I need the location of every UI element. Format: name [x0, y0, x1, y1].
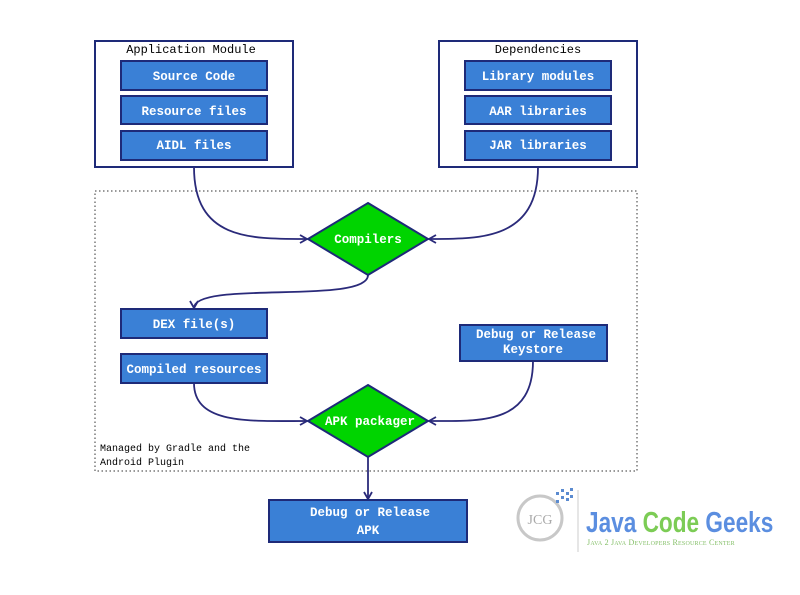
- arrow-deps-to-compilers: [427, 166, 539, 244]
- svg-text:APK packager: APK packager: [325, 415, 415, 429]
- svg-text:AAR libraries: AAR libraries: [489, 105, 587, 119]
- arrow-compilers-to-dex: [189, 274, 369, 310]
- apk-packager-diamond: APK packager: [306, 383, 430, 459]
- compilers-diamond: Compilers: [306, 201, 430, 277]
- arrow-resources-to-packager: [193, 382, 309, 426]
- jar-libraries-box: JAR libraries: [464, 130, 612, 161]
- svg-text:JCG: JCG: [528, 513, 553, 528]
- logo-tagline: Java 2 Java Developers Resource Center: [587, 538, 735, 547]
- dex-files-box: DEX file(s): [120, 308, 268, 339]
- application-module: Application Module Source Code Resource …: [94, 40, 294, 168]
- aidl-files-box: AIDL files: [120, 130, 268, 161]
- android-build-diagram: Application Module Source Code Resource …: [94, 40, 773, 552]
- svg-text:Keystore: Keystore: [503, 343, 563, 357]
- svg-text:Compiled resources: Compiled resources: [126, 363, 261, 377]
- aar-libraries-box: AAR libraries: [464, 95, 612, 125]
- arrow-keystore-to-packager: [427, 360, 534, 426]
- arrow-app-to-compilers: [193, 166, 309, 244]
- svg-text:Debug or Release: Debug or Release: [310, 506, 430, 520]
- svg-text:Java Code Geeks: Java Code Geeks: [586, 505, 773, 538]
- dependencies-title: Dependencies: [495, 43, 581, 57]
- compiled-resources-box: Compiled resources: [120, 353, 268, 384]
- svg-text:Library modules: Library modules: [482, 70, 595, 84]
- svg-text:Debug or Release: Debug or Release: [476, 328, 596, 342]
- application-module-title: Application Module: [126, 43, 256, 57]
- svg-text:Source Code: Source Code: [153, 70, 236, 84]
- java-code-geeks-logo: JCG Java Code Geeks Java 2 Java Develope…: [516, 488, 773, 552]
- keystore-box: Debug or Release Keystore: [459, 324, 608, 362]
- dependencies-module: Dependencies Library modules AAR librari…: [438, 40, 638, 168]
- svg-text:APK: APK: [357, 524, 380, 538]
- svg-text:DEX file(s): DEX file(s): [153, 318, 236, 332]
- svg-text:Resource files: Resource files: [141, 105, 246, 119]
- svg-text:JAR libraries: JAR libraries: [489, 139, 587, 153]
- gradle-note-line2: Android Plugin: [100, 457, 184, 469]
- gradle-note-line1: Managed by Gradle and the: [100, 443, 250, 455]
- svg-text:Compilers: Compilers: [334, 233, 402, 247]
- source-code-box: Source Code: [120, 60, 268, 91]
- resource-files-box: Resource files: [120, 95, 268, 125]
- svg-text:AIDL files: AIDL files: [156, 139, 231, 153]
- output-apk-box: Debug or Release APK: [268, 499, 468, 543]
- library-modules-box: Library modules: [464, 60, 612, 91]
